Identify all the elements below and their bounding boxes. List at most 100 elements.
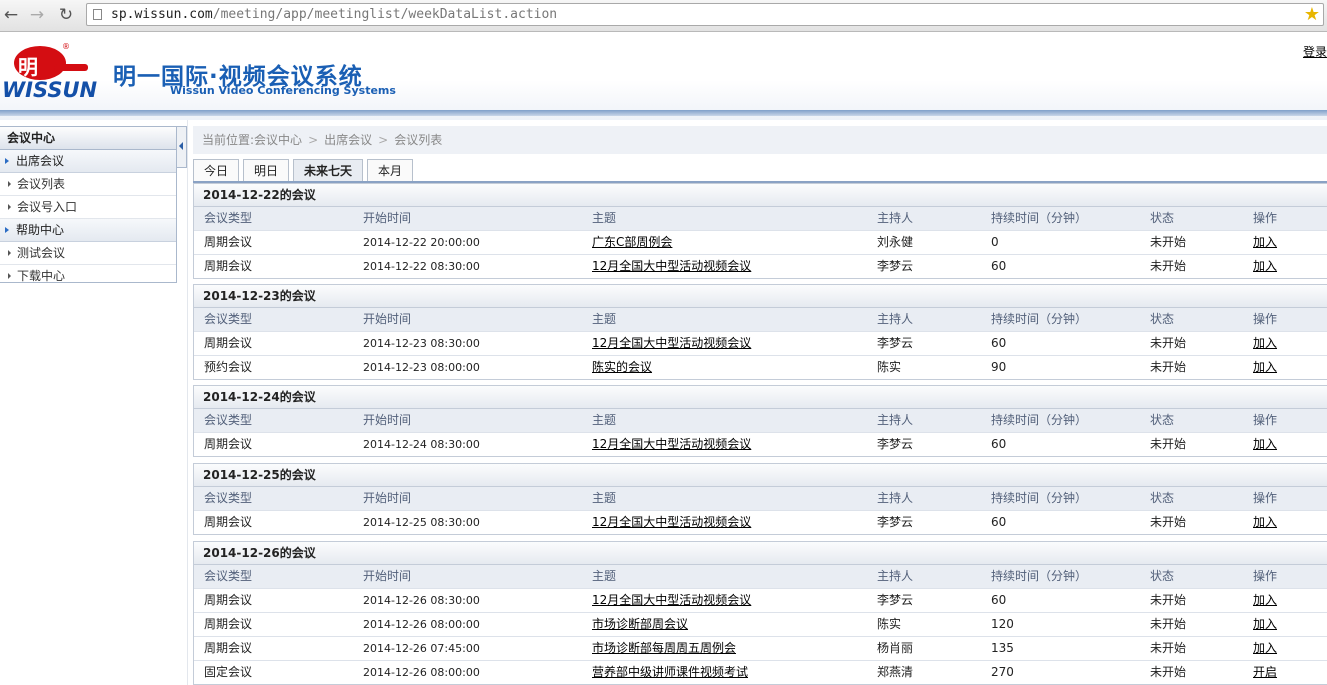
cell-meeting-type: 周期会议 bbox=[204, 617, 253, 631]
reload-icon[interactable]: ↻ bbox=[55, 4, 77, 26]
login-link[interactable]: 登录 bbox=[1303, 43, 1327, 60]
back-arrow-icon[interactable]: ← bbox=[0, 4, 22, 26]
logo-registered-mark: ® bbox=[62, 42, 70, 51]
meeting-topic-link[interactable]: 12月全国大中型活动视频会议 bbox=[592, 255, 751, 278]
meeting-action-link[interactable]: 加入 bbox=[1253, 589, 1277, 612]
column-header-action: 操作 bbox=[1253, 312, 1278, 326]
url-host: sp.wissun.com bbox=[111, 7, 213, 22]
cell-duration: 90 bbox=[991, 360, 1007, 374]
cell-start-time: 2014-12-26 08:00:00 bbox=[363, 618, 480, 631]
meeting-topic-link[interactable]: 12月全国大中型活动视频会议 bbox=[592, 433, 751, 456]
sidebar-group-attend[interactable]: 出席会议 bbox=[0, 150, 176, 173]
meeting-topic-link[interactable]: 市场诊断部每周周五周例会 bbox=[592, 637, 736, 660]
column-header-topic: 主题 bbox=[592, 491, 617, 505]
meeting-topic-link[interactable]: 广东C部周例会 bbox=[592, 231, 672, 254]
cell-start-time: 2014-12-26 08:00:00 bbox=[363, 666, 480, 679]
cell-start-time: 2014-12-22 08:30:00 bbox=[363, 260, 480, 273]
cell-host: 杨肖丽 bbox=[877, 641, 914, 655]
table-row: 固定会议 2014-12-26 08:00:00 营养部中级讲师课件视频考试 郑燕清 2… bbox=[194, 661, 1327, 684]
table-row: 周期会议 2014-12-22 08:30:00 12月全国大中型活动视频会议 李梦云… bbox=[194, 255, 1327, 278]
table-header-row: 会议类型 开始时间 主题 主持人 持续时间（分钟） 状态 操作 bbox=[194, 565, 1327, 589]
meeting-topic-link[interactable]: 市场诊断部周会议 bbox=[592, 613, 688, 636]
cell-host: 刘永健 bbox=[877, 235, 914, 249]
cell-status: 未开始 bbox=[1150, 665, 1187, 679]
column-header-status: 状态 bbox=[1150, 491, 1175, 505]
cell-host: 郑燕清 bbox=[877, 665, 914, 679]
meeting-action-link[interactable]: 加入 bbox=[1253, 356, 1277, 379]
cell-host: 李梦云 bbox=[877, 593, 914, 607]
cell-meeting-type: 周期会议 bbox=[204, 437, 253, 451]
cell-status: 未开始 bbox=[1150, 593, 1187, 607]
meeting-topic-link[interactable]: 12月全国大中型活动视频会议 bbox=[592, 511, 751, 534]
cell-duration: 120 bbox=[991, 617, 1014, 631]
column-header-start-time: 开始时间 bbox=[363, 211, 412, 225]
cell-meeting-type: 固定会议 bbox=[204, 665, 253, 679]
meeting-topic-link[interactable]: 12月全国大中型活动视频会议 bbox=[592, 589, 751, 612]
sidebar-item-meeting-number[interactable]: 会议号入口 bbox=[0, 196, 176, 219]
meeting-topic-link[interactable]: 营养部中级讲师课件视频考试 bbox=[592, 661, 748, 684]
day-title: 2014-12-24的会议 bbox=[194, 386, 1327, 409]
meeting-action-link[interactable]: 开启 bbox=[1253, 661, 1277, 684]
meeting-action-link[interactable]: 加入 bbox=[1253, 231, 1277, 254]
cell-status: 未开始 bbox=[1150, 336, 1187, 350]
tab-today[interactable]: 今日 bbox=[193, 159, 240, 182]
cell-start-time: 2014-12-22 20:00:00 bbox=[363, 236, 480, 249]
tab-next-seven-days[interactable]: 未来七天 bbox=[293, 159, 364, 182]
bookmark-star-icon[interactable]: ★ bbox=[1304, 4, 1320, 25]
column-header-host: 主持人 bbox=[877, 413, 914, 427]
meeting-action-link[interactable]: 加入 bbox=[1253, 613, 1277, 636]
logo-wordmark: WISSUN bbox=[2, 78, 98, 102]
column-header-duration: 持续时间（分钟） bbox=[991, 211, 1088, 225]
sidebar: 会议中心 出席会议 会议列表 会议号入口 帮助中心 测试会议 下载中心 bbox=[0, 126, 177, 283]
column-header-action: 操作 bbox=[1253, 211, 1278, 225]
tab-this-month[interactable]: 本月 bbox=[367, 159, 414, 182]
cell-start-time: 2014-12-26 07:45:00 bbox=[363, 642, 480, 655]
cell-meeting-type: 周期会议 bbox=[204, 593, 253, 607]
sidebar-item-meeting-list[interactable]: 会议列表 bbox=[0, 173, 176, 196]
url-path: /meeting/app/meetinglist/weekDataList.ac… bbox=[212, 7, 558, 22]
breadcrumb-separator: > bbox=[308, 133, 319, 147]
meeting-topic-link[interactable]: 陈实的会议 bbox=[592, 356, 652, 379]
url-text[interactable]: sp.wissun.com/meeting/app/meetinglist/we… bbox=[111, 7, 557, 22]
breadcrumb-item[interactable]: 会议中心 bbox=[254, 133, 302, 147]
day-title: 2014-12-25的会议 bbox=[194, 464, 1327, 487]
sidebar-group-help[interactable]: 帮助中心 bbox=[0, 219, 176, 242]
column-header-duration: 持续时间（分钟） bbox=[991, 413, 1088, 427]
table-row: 周期会议 2014-12-24 08:30:00 12月全国大中型活动视频会议 李梦云… bbox=[194, 433, 1327, 456]
sidebar-collapse-button[interactable] bbox=[177, 126, 187, 168]
cell-duration: 60 bbox=[991, 593, 1007, 607]
sidebar-item-download[interactable]: 下载中心 bbox=[0, 265, 176, 287]
tab-tomorrow[interactable]: 明日 bbox=[243, 159, 290, 182]
meeting-action-link[interactable]: 加入 bbox=[1253, 511, 1277, 534]
column-header-action: 操作 bbox=[1253, 491, 1278, 505]
cell-host: 李梦云 bbox=[877, 515, 914, 529]
cell-meeting-type: 周期会议 bbox=[204, 641, 253, 655]
table-row: 周期会议 2014-12-22 20:00:00 广东C部周例会 刘永健 0 未开始 加入 bbox=[194, 231, 1327, 255]
column-header-meeting-type: 会议类型 bbox=[204, 312, 253, 326]
system-subtitle: Wissun Video Conferencing Systems bbox=[170, 84, 396, 97]
sidebar-divider bbox=[187, 120, 188, 685]
cell-duration: 60 bbox=[991, 259, 1007, 273]
sidebar-item-test-meeting[interactable]: 测试会议 bbox=[0, 242, 176, 265]
cell-meeting-type: 周期会议 bbox=[204, 336, 253, 350]
column-header-duration: 持续时间（分钟） bbox=[991, 569, 1088, 583]
column-header-action: 操作 bbox=[1253, 569, 1278, 583]
meeting-topic-link[interactable]: 12月全国大中型活动视频会议 bbox=[592, 332, 751, 355]
meeting-action-link[interactable]: 加入 bbox=[1253, 332, 1277, 355]
forward-arrow-icon[interactable]: → bbox=[26, 4, 48, 26]
cell-duration: 60 bbox=[991, 515, 1007, 529]
column-header-topic: 主题 bbox=[592, 211, 617, 225]
column-header-action: 操作 bbox=[1253, 413, 1278, 427]
breadcrumb: 当前位置:会议中心 > 出席会议 > 会议列表 bbox=[193, 126, 1327, 154]
table-row: 周期会议 2014-12-26 08:00:00 市场诊断部周会议 陈实 120 未开始 加… bbox=[194, 613, 1327, 637]
meeting-action-link[interactable]: 加入 bbox=[1253, 637, 1277, 660]
day-section: 2014-12-23的会议 会议类型 开始时间 主题 主持人 持续时间（分钟） 状态 操作 周期… bbox=[193, 284, 1327, 380]
meeting-action-link[interactable]: 加入 bbox=[1253, 255, 1277, 278]
sidebar-title: 会议中心 bbox=[0, 127, 176, 150]
breadcrumb-item[interactable]: 出席会议 bbox=[324, 133, 372, 147]
address-bar[interactable]: sp.wissun.com/meeting/app/meetinglist/we… bbox=[86, 3, 1324, 26]
column-header-duration: 持续时间（分钟） bbox=[991, 312, 1088, 326]
cell-host: 李梦云 bbox=[877, 259, 914, 273]
column-header-duration: 持续时间（分钟） bbox=[991, 491, 1088, 505]
meeting-action-link[interactable]: 加入 bbox=[1253, 433, 1277, 456]
